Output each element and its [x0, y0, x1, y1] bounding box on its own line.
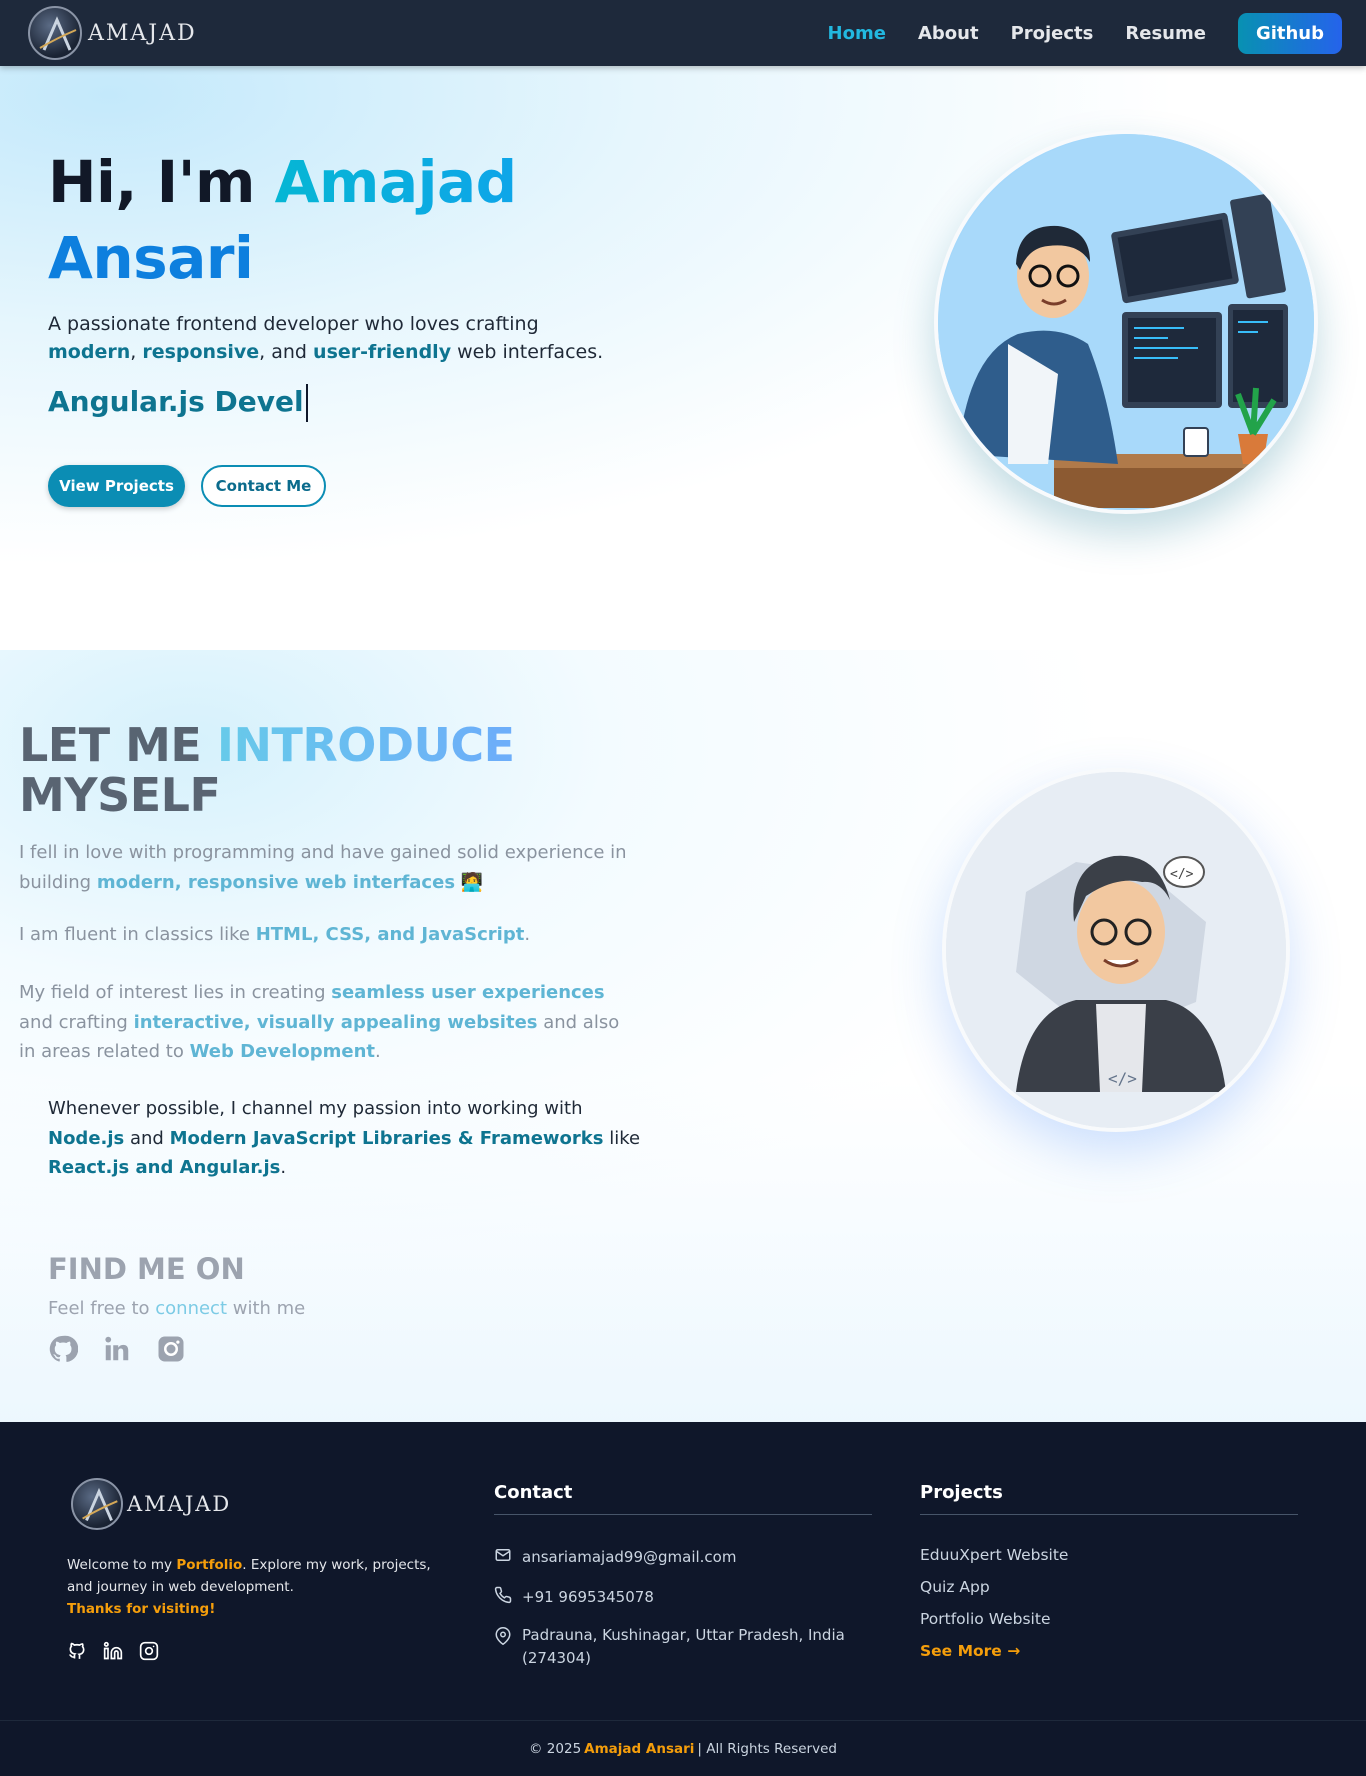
hero-desc-text: web interfaces. — [451, 341, 604, 363]
copyright-text: | All Rights Reserved — [697, 1740, 837, 1757]
footer-divider — [494, 1514, 872, 1515]
typing-caret — [305, 384, 308, 422]
para-keyword: Node.js — [48, 1127, 125, 1149]
phone-icon — [494, 1586, 512, 1604]
hero-desc-text: A passionate frontend developer who love… — [48, 313, 539, 335]
footer-contact-title: Contact — [494, 1482, 573, 1503]
intro-title-part: LET ME — [19, 718, 217, 772]
para-text: . — [280, 1157, 287, 1178]
thanks-text: Thanks for visiting! — [67, 1601, 216, 1617]
linkedin-icon[interactable] — [102, 1334, 132, 1364]
hero-greeting: Hi, I'm — [48, 148, 275, 216]
see-more-link[interactable]: See More → — [920, 1642, 1020, 1660]
footer-project-link[interactable]: EduuXpert Website — [920, 1546, 1068, 1564]
para-text: My field of interest lies in creating — [19, 982, 332, 1003]
github-icon[interactable] — [48, 1334, 79, 1364]
find-sub-text: with me — [227, 1298, 306, 1319]
nav-home[interactable]: Home — [828, 23, 886, 44]
brand-name: AMAJAD — [88, 20, 197, 46]
brand[interactable]: AMAJAD — [28, 6, 197, 60]
intro-title-accent: INTRODUCE — [216, 718, 515, 772]
footer-linkedin-icon[interactable] — [103, 1641, 125, 1663]
typed-role: Angular.js Devel — [48, 384, 308, 422]
hero-desc-text: , — [130, 341, 143, 363]
para-text: . — [375, 1041, 381, 1062]
contact-me-button[interactable]: Contact Me — [201, 465, 326, 507]
top-navbar: AMAJAD Home About Projects Resume Github — [0, 0, 1366, 66]
developer-avatar-image: </> </> — [942, 768, 1290, 1132]
intro-section: LET ME INTRODUCE MYSELF I fell in love w… — [0, 650, 1366, 1422]
find-sub-keyword: connect — [155, 1298, 228, 1319]
para-keyword: modern, responsive web interfaces — [96, 871, 456, 893]
footer-project-link[interactable]: Quiz App — [920, 1578, 990, 1596]
footer-address-text: Padrauna, Kushinagar, Uttar Pradesh, Ind… — [522, 1626, 845, 1667]
copyright-bar: © 2025 Amajad Ansari | All Rights Reserv… — [0, 1720, 1366, 1776]
hero-desc-keyword: user-friendly — [313, 341, 452, 363]
para-keyword: HTML, CSS, and JavaScript — [255, 924, 525, 945]
svg-text:</>: </> — [1170, 867, 1194, 882]
hero-last-name: Ansari — [48, 224, 254, 292]
nav-resume[interactable]: Resume — [1125, 23, 1206, 44]
footer-phone-text: +91 9695345078 — [522, 1588, 654, 1606]
hero-description: A passionate frontend developer who love… — [48, 310, 608, 366]
footer-email-text: ansariamajad99@gmail.com — [522, 1548, 737, 1566]
footer-brand-name: AMAJAD — [127, 1492, 232, 1516]
para-keyword: Web Development — [189, 1041, 376, 1062]
footer: AMAJAD Welcome to my Portfolio. Explore … — [0, 1422, 1366, 1722]
brand-logo-icon — [28, 6, 82, 60]
para-keyword: Modern JavaScript Libraries & Frameworks — [169, 1127, 604, 1149]
para-text: like — [603, 1127, 641, 1149]
find-sub-text: Feel free to — [48, 1298, 156, 1319]
mail-icon — [495, 1549, 511, 1561]
welcome-keyword: Portfolio — [176, 1557, 243, 1573]
github-button[interactable]: Github — [1237, 12, 1342, 54]
developer-illustration-image — [934, 130, 1318, 514]
footer-welcome: Welcome to my Portfolio. Explore my work… — [67, 1554, 437, 1620]
para-keyword: React.js and Angular.js — [48, 1157, 281, 1178]
hero-desc-text: , and — [259, 341, 314, 363]
instagram-icon[interactable] — [156, 1334, 186, 1364]
footer-project-link[interactable]: Portfolio Website — [920, 1610, 1050, 1628]
para-keyword: seamless user experiences — [331, 982, 605, 1003]
copyright-text: © 2025 — [529, 1740, 582, 1757]
footer-address: Padrauna, Kushinagar, Uttar Pradesh, Ind… — [494, 1624, 854, 1670]
location-pin-icon — [495, 1627, 511, 1645]
footer-github-icon[interactable] — [67, 1641, 89, 1663]
hero-first-name: Amajad — [274, 148, 518, 216]
footer-phone[interactable]: +91 9695345078 — [494, 1586, 654, 1609]
intro-title-part: MYSELF — [19, 768, 221, 822]
para-text: . — [524, 924, 531, 945]
intro-paragraph-2: I am fluent in classics like HTML, CSS, … — [19, 920, 639, 950]
svg-text:</>: </> — [1108, 1069, 1137, 1088]
footer-projects-title: Projects — [920, 1482, 1003, 1503]
welcome-text: Welcome to my — [67, 1557, 177, 1573]
hero-section: Hi, I'm Amajad Ansari A passionate front… — [0, 66, 1366, 650]
para-text: I am fluent in classics like — [19, 924, 256, 945]
hero-desc-keyword: responsive — [142, 341, 260, 363]
technologist-emoji-icon: 🧑‍💻 — [460, 871, 484, 893]
nav-links: Home About Projects Resume Github — [828, 12, 1342, 54]
para-text: and — [124, 1127, 170, 1149]
intro-title: LET ME INTRODUCE MYSELF — [19, 720, 639, 820]
brand-logo-icon — [71, 1478, 123, 1530]
hero-title: Hi, I'm Amajad Ansari — [48, 144, 648, 296]
footer-instagram-icon[interactable] — [139, 1641, 161, 1663]
nav-projects[interactable]: Projects — [1011, 23, 1094, 44]
para-keyword: interactive, visually appealing websites — [133, 1011, 538, 1033]
footer-brand[interactable]: AMAJAD — [71, 1478, 231, 1530]
find-me-subtitle: Feel free to connect with me — [48, 1298, 305, 1319]
footer-email[interactable]: ansariamajad99@gmail.com — [494, 1546, 736, 1569]
find-me-title: FIND ME ON — [48, 1252, 245, 1286]
copyright-name[interactable]: Amajad Ansari — [584, 1741, 694, 1757]
hero-desc-keyword: modern — [48, 341, 131, 363]
intro-paragraph-4: Whenever possible, I channel my passion … — [48, 1094, 648, 1183]
intro-paragraph-1: I fell in love with programming and have… — [19, 838, 639, 897]
view-projects-button[interactable]: View Projects — [48, 465, 185, 507]
para-text: and crafting — [19, 1011, 134, 1033]
para-text: Whenever possible, I channel my passion … — [48, 1098, 583, 1119]
nav-about[interactable]: About — [918, 23, 979, 44]
typed-role-text: Angular.js Devel — [48, 385, 304, 418]
footer-divider — [920, 1514, 1298, 1515]
intro-paragraph-3: My field of interest lies in creating se… — [19, 978, 639, 1067]
